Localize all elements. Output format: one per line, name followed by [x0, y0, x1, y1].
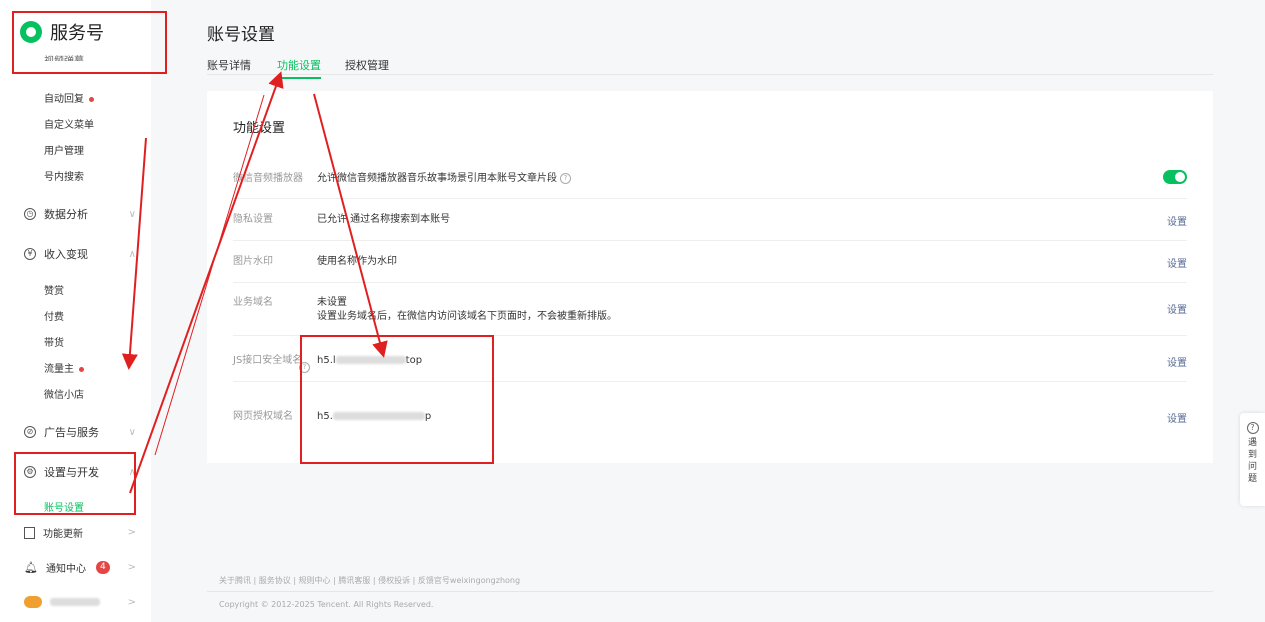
tab-bar: 账号详情 功能设置 授权管理: [207, 57, 1213, 79]
sidebar-item-sales[interactable]: 带货: [44, 334, 64, 349]
row-value: 已允许 通过名称搜索到本账号: [317, 214, 451, 225]
settings-row-watermark: 图片水印 使用名称作为水印 设置: [233, 241, 1187, 283]
chevron-right-icon: >: [127, 596, 136, 608]
chevron-right-icon: >: [127, 562, 136, 573]
brand-name: 服务号: [50, 23, 104, 44]
row-value: h5. p: [317, 411, 432, 422]
settings-row-js-domain: JS接口安全域名 ? h5.l top 设置: [233, 336, 1187, 382]
help-circle-icon[interactable]: ?: [560, 172, 571, 184]
footer-links[interactable]: 关于腾讯 | 服务协议 | 规则中心 | 腾讯客服 | 侵权投诉 | 反馈官号w…: [219, 575, 520, 586]
tab-account-details[interactable]: 账号详情: [207, 57, 251, 77]
row-label: 微信音频播放器: [233, 173, 303, 184]
sidebar-group-monetization[interactable]: ¥ 收入变现 ∧: [24, 246, 136, 262]
settings-row-oauth-domain: 网页授权域名 h5. p 设置: [233, 396, 1187, 436]
sidebar-item-appreciation[interactable]: 赞赏: [44, 282, 64, 297]
chevron-up-icon: ∧: [128, 466, 136, 478]
sidebar-group-ads-services[interactable]: ⊘ 广告与服务 ∨: [24, 424, 136, 440]
redacted-domain: [335, 356, 406, 364]
bell-icon: 🔔︎: [24, 561, 38, 574]
notification-badge: 4: [95, 561, 110, 574]
yuan-icon: ¥: [24, 248, 36, 260]
feature-settings-card: 功能设置 微信音频播放器 允许微信音频播放器音乐故事场景引用本账号文章片段? 隐…: [207, 91, 1213, 463]
js-domain-settings-link[interactable]: 设置: [1167, 354, 1187, 369]
sidebar-item-paid[interactable]: 付费: [44, 308, 64, 323]
chevron-up-icon: ∧: [128, 248, 136, 260]
business-domain-settings-link[interactable]: 设置: [1167, 301, 1187, 316]
avatar: [24, 596, 42, 608]
question-circle-icon: ?: [1246, 422, 1259, 434]
watermark-settings-link[interactable]: 设置: [1167, 255, 1187, 270]
row-label: 隐私设置: [233, 214, 273, 225]
sidebar-item-cut[interactable]: 视频弹幕: [44, 52, 84, 61]
gear-icon: ⚙: [24, 466, 36, 478]
settings-row-audio-player: 微信音频播放器 允许微信音频播放器音乐故事场景引用本账号文章片段?: [233, 159, 1187, 199]
oauth-domain-settings-link[interactable]: 设置: [1167, 410, 1187, 425]
row-value: 允许微信音频播放器音乐故事场景引用本账号文章片段?: [317, 172, 571, 186]
privacy-settings-link[interactable]: 设置: [1167, 213, 1187, 228]
row-label: 网页授权域名: [233, 411, 293, 422]
sidebar-item-traffic-owner[interactable]: 流量主: [44, 360, 84, 375]
row-label: 图片水印: [233, 256, 273, 267]
sidebar-group-feature-updates[interactable]: 功能更新 >: [24, 525, 136, 540]
tab-feature-settings[interactable]: 功能设置: [277, 57, 321, 79]
sidebar-account-profile[interactable]: >: [24, 596, 136, 608]
row-value: 使用名称作为水印: [317, 256, 397, 267]
row-label: 业务域名: [233, 297, 273, 308]
chevron-down-icon: ∨: [128, 426, 136, 438]
account-name-redacted: [50, 598, 100, 606]
row-label: JS接口安全域名: [233, 355, 303, 366]
chevron-right-icon: >: [127, 527, 136, 538]
row-value: 未设置 设置业务域名后，在微信内访问该域名下页面时，不会被重新排版。: [317, 297, 617, 322]
footer-divider: [207, 591, 1213, 592]
help-label: 遇到问题: [1247, 438, 1257, 484]
red-dot-icon: [79, 366, 84, 372]
compass-icon: ⊘: [24, 426, 36, 438]
sidebar-item-user-management[interactable]: 用户管理: [44, 142, 84, 157]
update-icon: [24, 526, 35, 539]
sidebar-item-wechat-shop[interactable]: 微信小店: [44, 386, 84, 401]
clock-icon: ◷: [24, 208, 36, 220]
sidebar-group-notification-center[interactable]: 🔔︎ 通知中心 4 >: [24, 560, 136, 575]
row-value: h5.l top: [317, 355, 423, 366]
sidebar: 服务号 视频弹幕 自动回复 自定义菜单 用户管理 号内搜索 ◷ 数据分析 ∨ ¥…: [0, 0, 151, 622]
sidebar-item-account-settings[interactable]: 账号设置: [44, 499, 84, 514]
sidebar-item-in-account-search[interactable]: 号内搜索: [44, 168, 84, 183]
tab-authorization-management[interactable]: 授权管理: [345, 57, 389, 77]
settings-row-privacy: 隐私设置 已允许 通过名称搜索到本账号 设置: [233, 199, 1187, 241]
help-circle-icon[interactable]: ?: [299, 362, 310, 373]
sidebar-item-custom-menu[interactable]: 自定义菜单: [44, 116, 94, 131]
chevron-down-icon: ∨: [128, 208, 136, 220]
page-title: 账号设置: [207, 25, 275, 45]
sidebar-group-settings-dev[interactable]: ⚙ 设置与开发 ∧: [24, 464, 136, 480]
audio-player-toggle[interactable]: [1163, 170, 1187, 184]
sidebar-group-data-analysis[interactable]: ◷ 数据分析 ∨: [24, 206, 136, 222]
red-dot-icon: [89, 96, 94, 102]
sidebar-item-auto-reply[interactable]: 自动回复: [44, 90, 94, 105]
redacted-domain: [332, 412, 425, 420]
service-account-logo-icon: [20, 21, 42, 43]
brand-logo[interactable]: 服务号: [20, 19, 104, 45]
copyright: Copyright © 2012-2025 Tencent. All Right…: [219, 600, 434, 609]
settings-row-business-domain: 业务域名 未设置 设置业务域名后，在微信内访问该域名下页面时，不会被重新排版。 设…: [233, 283, 1187, 336]
card-title: 功能设置: [233, 121, 286, 136]
help-float-button[interactable]: ? 遇到问题: [1240, 413, 1265, 506]
